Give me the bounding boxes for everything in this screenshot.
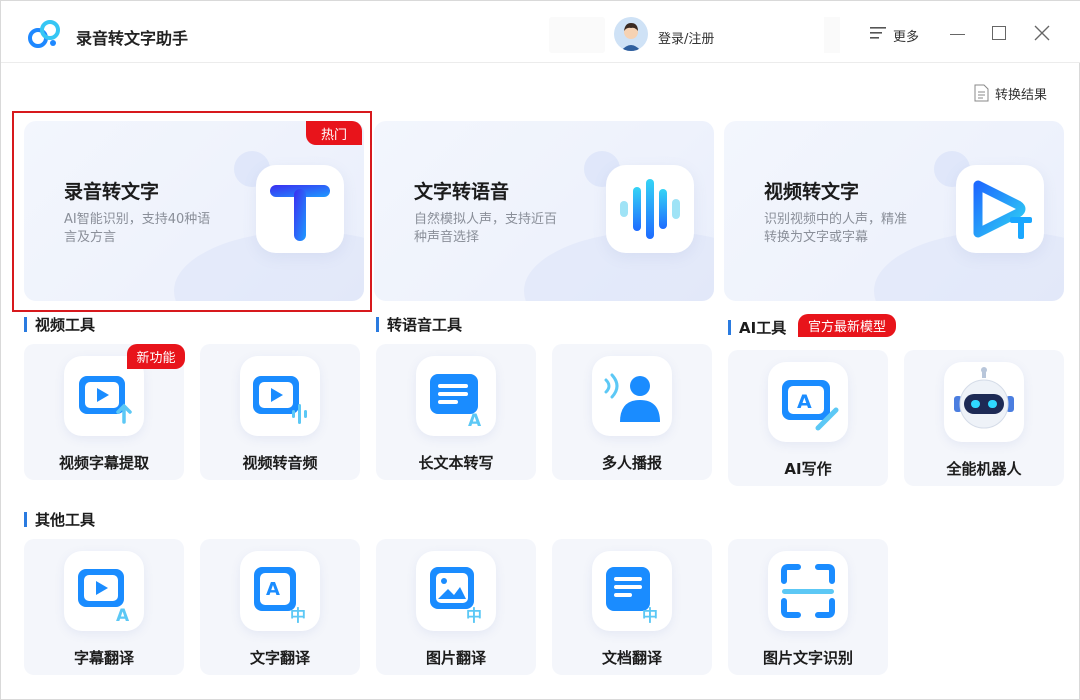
more-button[interactable]: 更多 — [893, 26, 919, 45]
tool-video-to-audio[interactable]: 视频转音频 — [200, 344, 360, 480]
section-ai-tools: AI工具 — [728, 317, 786, 338]
tool-subtitle-translate[interactable]: A 字幕翻译 — [24, 539, 184, 675]
tool-label: 视频字幕提取 — [58, 454, 149, 472]
feature-video-to-text[interactable]: 视频转文字 识别视频中的人声，精准转换为文字或字幕 — [724, 121, 1064, 301]
title-bar: 录音转文字助手 登录/注册 更多 — [1, 1, 1080, 63]
svg-text:A: A — [468, 411, 482, 431]
minimize-icon[interactable] — [950, 34, 965, 35]
section-video-tools: 视频工具 — [24, 314, 95, 335]
svg-text:A: A — [266, 579, 280, 600]
section-bar — [376, 317, 379, 332]
ai-writing-icon: A — [768, 362, 848, 442]
blank-area — [501, 21, 547, 49]
login-link[interactable]: 登录/注册 — [658, 28, 714, 47]
blank-area — [824, 17, 840, 53]
feature-description: 识别视频中的人声，精准转换为文字或字幕 — [764, 212, 908, 245]
section-bar — [24, 512, 27, 527]
menu-icon[interactable] — [870, 26, 886, 40]
text-translate-icon: A 中 — [240, 551, 320, 631]
maximize-icon[interactable] — [992, 26, 1006, 40]
tool-long-text-transcribe[interactable]: A 长文本转写 — [376, 344, 536, 480]
blank-area — [549, 17, 605, 53]
feature-title: 文字转语音 — [414, 181, 510, 203]
section-bar — [24, 317, 27, 332]
svg-text:中: 中 — [290, 606, 306, 625]
scan-icon — [768, 551, 848, 631]
conversion-result-button[interactable]: 转换结果 — [974, 83, 1047, 103]
new-feature-badge: 新功能 — [127, 344, 185, 369]
tool-label: AI写作 — [784, 460, 832, 478]
avatar[interactable] — [614, 17, 648, 51]
image-translate-icon: 中 — [416, 551, 496, 631]
tool-text-translate[interactable]: A 中 文字翻译 — [200, 539, 360, 675]
sound-wave-icon — [606, 165, 694, 253]
tool-label: 图片翻译 — [425, 649, 486, 667]
section-title: AI工具 — [739, 319, 787, 337]
conversion-result-label: 转换结果 — [995, 87, 1048, 103]
feature-title: 视频转文字 — [764, 181, 860, 203]
user-avatar-icon — [614, 17, 648, 51]
feature-description: 自然模拟人声，支持近百种声音选择 — [414, 212, 558, 245]
section-other-tools: 其他工具 — [24, 509, 95, 530]
section-title: 其他工具 — [35, 511, 96, 529]
tool-label: 字幕翻译 — [73, 649, 134, 667]
tool-label: 图片文字识别 — [762, 649, 853, 667]
tool-all-round-robot[interactable]: 全能机器人 — [904, 350, 1064, 486]
tool-label: 文档翻译 — [601, 649, 662, 667]
tool-label: 多人播报 — [601, 454, 662, 472]
tool-label: 视频转音频 — [242, 454, 318, 472]
tool-ai-writing[interactable]: A AI写作 — [728, 350, 888, 486]
video-audio-icon — [240, 356, 320, 436]
tool-document-translate[interactable]: 中 文档翻译 — [552, 539, 712, 675]
svg-text:中: 中 — [466, 606, 482, 625]
robot-icon — [944, 362, 1024, 442]
section-tts-tools: 转语音工具 — [376, 314, 462, 335]
tool-label: 全能机器人 — [946, 460, 1022, 478]
section-title: 转语音工具 — [387, 316, 463, 334]
subtitle-translate-icon: A — [64, 551, 144, 631]
long-text-icon: A — [416, 356, 496, 436]
tool-label: 文字翻译 — [249, 649, 310, 667]
video-text-icon — [956, 165, 1044, 253]
svg-text:A: A — [797, 391, 812, 413]
close-icon[interactable] — [1034, 25, 1050, 41]
tool-image-ocr[interactable]: 图片文字识别 — [728, 539, 888, 675]
document-icon — [974, 84, 989, 102]
speaker-person-icon — [592, 356, 672, 436]
section-title: 视频工具 — [35, 316, 96, 334]
svg-text:A: A — [116, 606, 130, 626]
hot-badge: 热门 — [306, 121, 362, 145]
svg-text:中: 中 — [642, 606, 658, 625]
app-title: 录音转文字助手 — [76, 29, 189, 48]
document-translate-icon: 中 — [592, 551, 672, 631]
tool-multi-voice-broadcast[interactable]: 多人播报 — [552, 344, 712, 480]
section-bar — [728, 320, 731, 335]
ai-model-badge: 官方最新模型 — [798, 314, 897, 337]
tool-label: 长文本转写 — [418, 454, 494, 472]
feature-text-to-speech[interactable]: 文字转语音 自然模拟人声，支持近百种声音选择 — [374, 121, 714, 301]
app-logo-icon — [28, 20, 60, 48]
tool-image-translate[interactable]: 中 图片翻译 — [376, 539, 536, 675]
